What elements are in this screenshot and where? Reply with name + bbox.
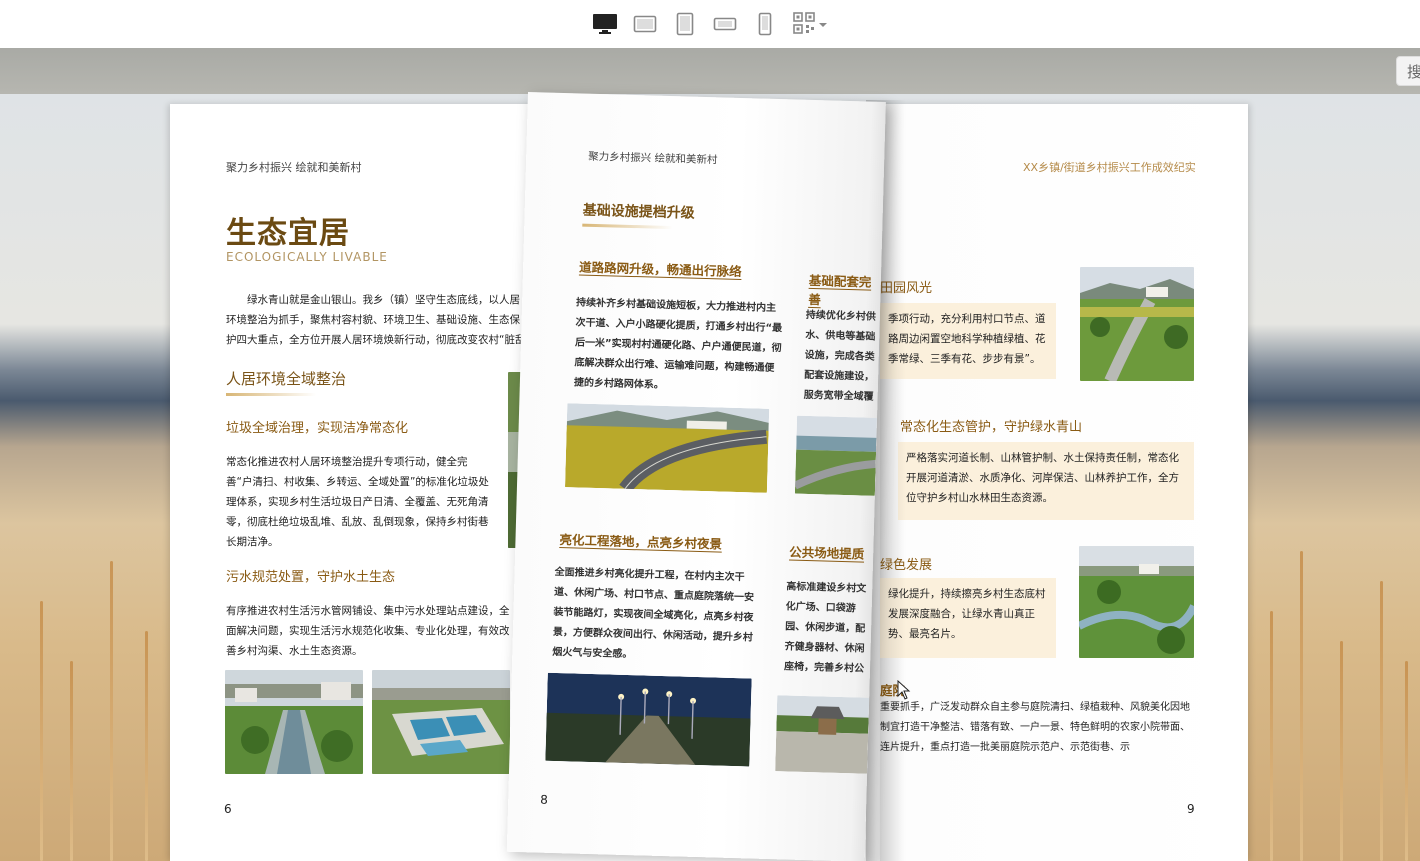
paragraph: 全面推进乡村亮化提升工程，在村内主次干道、休闲广场、村口节点、重点庭院落统一安装… (552, 566, 755, 661)
photo-water-treatment (372, 670, 510, 774)
photo-river-park (1079, 546, 1194, 658)
subheading: 亮化工程落地，点亮乡村夜景 (559, 532, 723, 552)
paragraph: 常态化推进农村人居环境整治提升专项行动，健全完善“户清扫、村收集、乡转运、全域处… (226, 456, 489, 548)
tablet-landscape-icon[interactable] (632, 11, 658, 37)
highlight-box: 严格落实河道长制、山林管护制、水土保持责任制，常态化开展河道清淤、水质净化、河岸… (898, 442, 1194, 520)
photo-public-square (775, 695, 870, 774)
paragraph: 持续补齐乡村基础设施短板，大力推进村内主次干道、入户小路硬化提质，打通乡村出行“… (573, 297, 783, 391)
running-head: 聚力乡村振兴 绘就和美新村 (226, 161, 362, 174)
search-button[interactable]: 搜 (1396, 56, 1420, 86)
subheading: 公共场地提质 (789, 544, 865, 562)
highlight-box: 季项行动，充分利用村口节点、道路周边闲置空地科学种植绿植、花季常绿、三季有花、步… (880, 303, 1056, 379)
tablet-portrait-icon[interactable] (672, 11, 698, 37)
subheading: 道路路网升级，畅通出行脉络 (578, 259, 742, 280)
running-head: XX乡镇/街道乡村振兴工作成效纪实 (1023, 161, 1196, 174)
page-title-en: ECOLOGICALLY LIVABLE (226, 250, 388, 264)
device-toolbar (0, 0, 1420, 48)
page-number: 9 (1187, 802, 1195, 816)
intro-paragraph: 绿水青山就是金山银山。我乡（镇）坚守生态底线，以人居环境整治为抓手，聚焦村容村貌… (226, 294, 525, 346)
photo-night-streetlights (545, 672, 752, 767)
mouse-cursor-icon (897, 680, 911, 700)
page-title: 生态宜居 (226, 216, 350, 251)
desktop-icon[interactable] (592, 11, 618, 37)
photo-highway (564, 403, 770, 493)
page-right: XX乡镇/街道乡村振兴工作成效纪实 田园风光 季项行动，充分利用村口节点、道路周… (880, 104, 1248, 861)
phone-landscape-icon[interactable] (712, 11, 738, 37)
page-number: 6 (224, 802, 232, 816)
section-heading: 人居环境全域整治 (226, 368, 346, 396)
subheading: 垃圾全域治理，实现洁净常态化 (226, 421, 409, 436)
phone-portrait-icon[interactable] (752, 11, 778, 37)
chevron-down-icon (819, 23, 827, 27)
photo-coast-road (794, 415, 878, 496)
qr-code-icon[interactable] (792, 11, 828, 37)
viewer-header-bar (0, 48, 1420, 94)
page-flipping[interactable]: 聚力乡村振兴 绘就和美新村 基础设施提档升级 道路路网升级，畅通出行脉络 持续补… (506, 92, 886, 861)
running-head: 聚力乡村振兴 绘就和美新村 (588, 150, 718, 167)
subheading: 常态化生态管护，守护绿水青山 (900, 420, 1083, 435)
highlight-box: 绿化提升，持续擦亮乡村生态底村发展深度融合，让绿水青山真正势、最亮名片。 (880, 578, 1056, 658)
subheading: 基础配套完善 (808, 272, 872, 308)
page-number: 8 (540, 792, 549, 807)
photo-canal (225, 670, 363, 774)
paragraph: 有序推进农村生活污水管网铺设、集中污水处理站点建设，全面解决问题，实现生活污水规… (226, 605, 510, 657)
subheading: 污水规范处置，守护水土生态 (226, 570, 396, 585)
paragraph: 高标准建设乡村文化广场、口袋游园、休闲步道，配齐健身器材、休闲座椅，完善乡村公共… (783, 581, 867, 675)
photo-rural-road (1080, 267, 1194, 381)
section-heading: 基础设施提档升级 (582, 200, 695, 227)
paragraph: 重要抓手，广泛发动群众自主参与庭院清扫、绿植栽种、风貌美化因地制宜打造干净整洁、… (880, 702, 1190, 753)
search-button-label: 搜 (1407, 62, 1420, 81)
paragraph: 持续优化乡村供水、供电等基础设施，完成各类配套设施建设，服务宽带全域覆盖，满足农… (803, 309, 876, 403)
